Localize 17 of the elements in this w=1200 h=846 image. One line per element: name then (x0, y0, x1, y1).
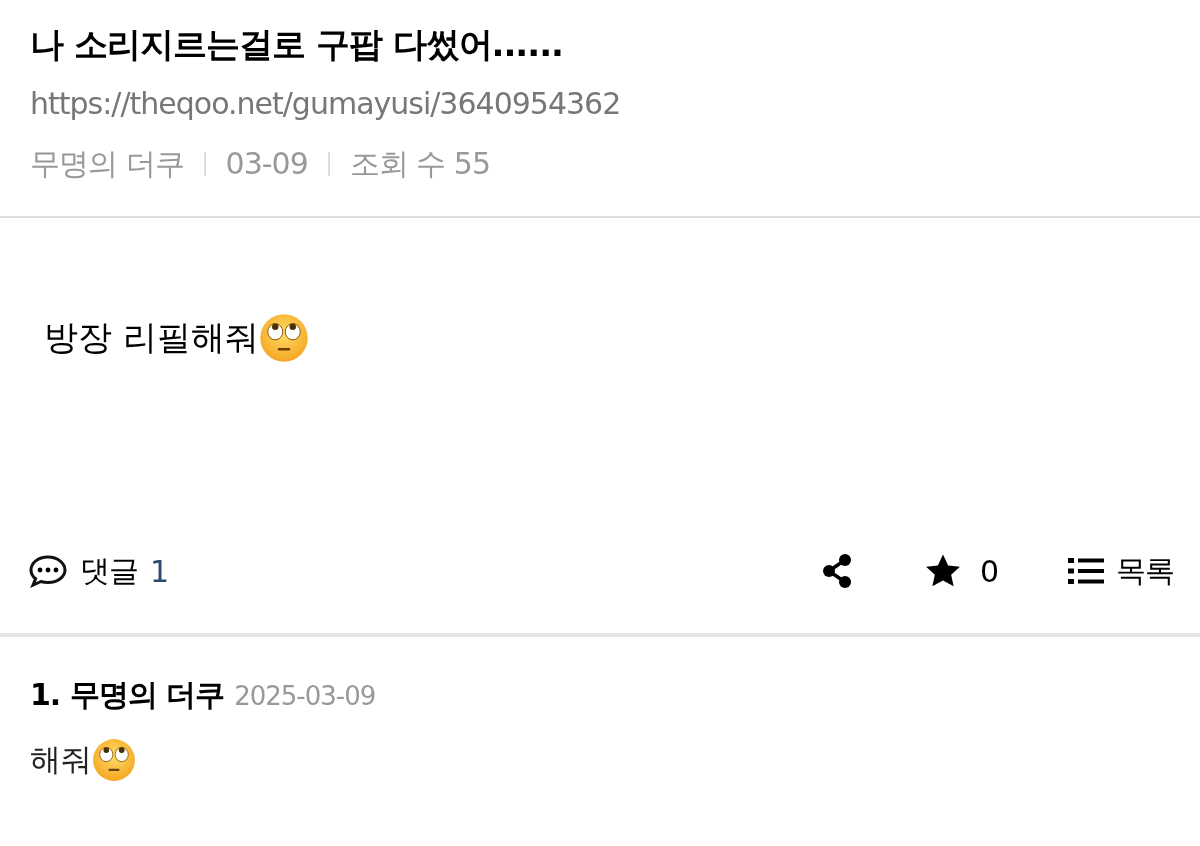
post-title: 나 소리지르는걸로 구팝 다썼어...... (30, 23, 564, 66)
list-icon (1068, 556, 1104, 586)
list-button[interactable]: 목록 (1068, 550, 1174, 592)
comment-count: 1 (150, 553, 169, 589)
star-button[interactable]: 0 (923, 553, 998, 589)
post-meta-text: 조회 수 55 (349, 145, 490, 183)
post-body-text: 방장 리필해줘 (44, 316, 259, 359)
comment-date: 2025-03-09 (234, 681, 376, 711)
post-meta-text: 무명의 더쿠 (30, 145, 184, 183)
speech-bubble-icon (28, 554, 68, 588)
comments-button[interactable]: 댓글 1 (28, 550, 169, 592)
post-url-link[interactable]: https://theqoo.net/gumayusi/3640954362 (30, 82, 621, 126)
comment-text: 해줘 (30, 740, 92, 779)
eye-roll-emoji-icon (92, 738, 136, 782)
comment-author: 1. 무명의 더쿠 (30, 676, 225, 714)
eye-roll-emoji-icon (258, 313, 309, 363)
post-meta-text: 03-09 (225, 145, 308, 183)
